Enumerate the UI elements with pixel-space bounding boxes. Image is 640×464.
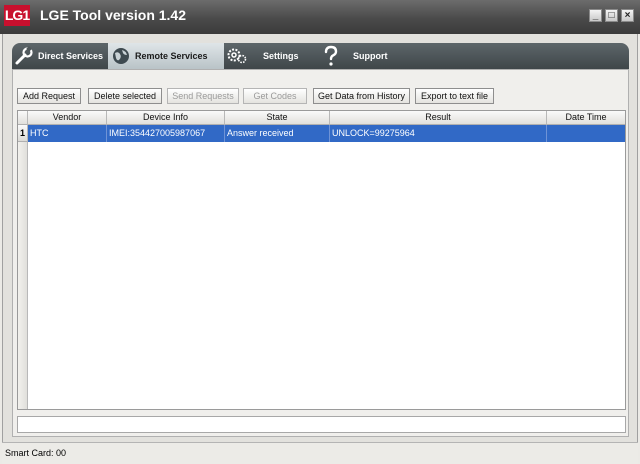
get-data-from-history-button[interactable]: Get Data from History bbox=[313, 88, 410, 104]
column-header-vendor[interactable]: Vendor bbox=[28, 111, 107, 125]
app-logo: LG1 bbox=[4, 5, 30, 26]
send-requests-button[interactable]: Send Requests bbox=[167, 88, 239, 104]
tab-direct-services[interactable]: Direct Services bbox=[12, 43, 108, 69]
cell-vendor[interactable]: HTC bbox=[28, 125, 107, 142]
column-header-date-time[interactable]: Date Time bbox=[547, 111, 625, 125]
tab-label: Settings bbox=[263, 51, 299, 61]
tab-bar: Direct Services Remote Services Settings bbox=[12, 43, 629, 69]
column-header-result[interactable]: Result bbox=[330, 111, 547, 125]
cell-date-time[interactable] bbox=[547, 125, 625, 142]
window-title: LGE Tool version 1.42 bbox=[40, 7, 187, 23]
row-header-column bbox=[18, 125, 28, 409]
status-bar: Smart Card: 00 bbox=[2, 442, 638, 464]
wrench-icon bbox=[13, 45, 35, 67]
smart-card-status: Smart Card: 00 bbox=[5, 448, 67, 458]
column-header-device-info[interactable]: Device Info bbox=[107, 111, 225, 125]
table-row[interactable]: HTC IMEI:354427005987067 Answer received… bbox=[28, 125, 625, 142]
export-to-text-file-button[interactable]: Export to text file bbox=[415, 88, 494, 104]
cell-device-info[interactable]: IMEI:354427005987067 bbox=[107, 125, 225, 142]
globe-icon bbox=[110, 45, 132, 67]
gears-icon bbox=[226, 45, 248, 67]
tab-label: Direct Services bbox=[38, 51, 104, 61]
maximize-button[interactable]: □ bbox=[605, 9, 618, 22]
requests-table[interactable]: Vendor Device Info State Result Date Tim… bbox=[17, 110, 626, 410]
tab-label: Remote Services bbox=[135, 51, 208, 61]
get-codes-button[interactable]: Get Codes bbox=[243, 88, 307, 104]
add-request-button[interactable]: Add Request bbox=[17, 88, 81, 104]
close-button[interactable]: × bbox=[621, 9, 634, 22]
minimize-button[interactable]: _ bbox=[589, 9, 602, 22]
question-icon bbox=[320, 45, 342, 67]
cell-result[interactable]: UNLOCK=99275964 bbox=[330, 125, 547, 142]
row-number[interactable]: 1 bbox=[18, 125, 28, 142]
log-textbox[interactable] bbox=[17, 416, 626, 433]
title-bar: LG1 LGE Tool version 1.42 _ □ × bbox=[0, 0, 640, 34]
cell-state[interactable]: Answer received bbox=[225, 125, 330, 142]
tab-remote-services[interactable]: Remote Services bbox=[108, 43, 224, 69]
tab-support[interactable]: Support bbox=[318, 43, 414, 69]
row-header-corner bbox=[18, 111, 28, 125]
tab-label: Support bbox=[353, 51, 388, 61]
tab-settings[interactable]: Settings bbox=[224, 43, 320, 69]
delete-selected-button[interactable]: Delete selected bbox=[88, 88, 162, 104]
column-header-state[interactable]: State bbox=[225, 111, 330, 125]
